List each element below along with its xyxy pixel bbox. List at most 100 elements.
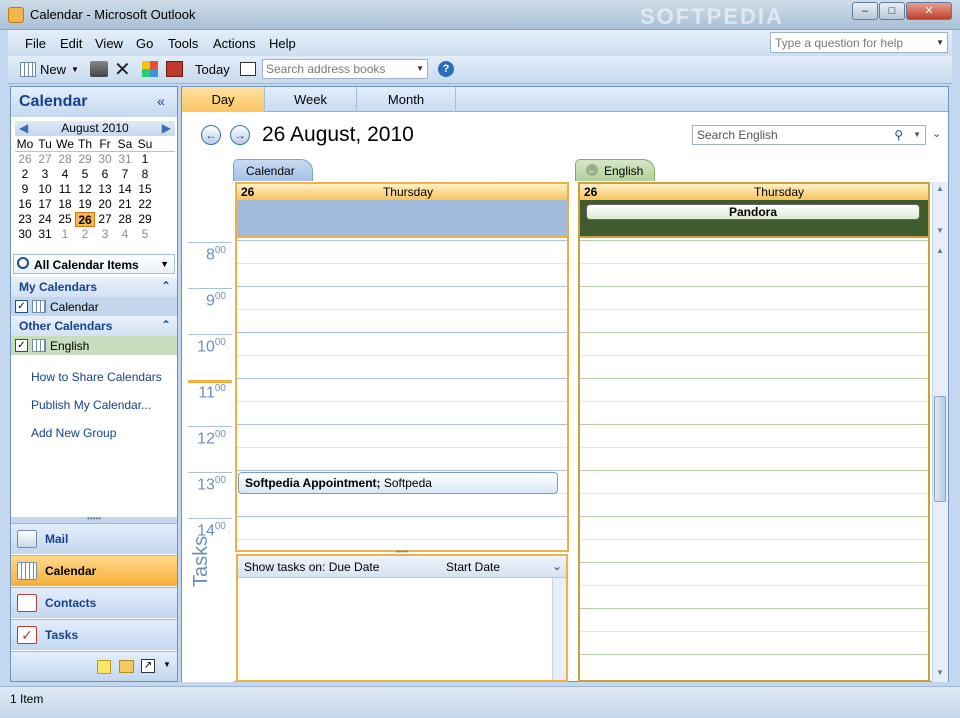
calendar-scrollbar[interactable]: ▲ ▼ ▲ ▼ (932, 182, 948, 682)
scroll-down-icon[interactable]: ▼ (936, 226, 944, 235)
day-cell[interactable]: 31 (115, 152, 135, 167)
tab-month[interactable]: Month (357, 87, 456, 112)
calendar-day-column[interactable]: 26 Thursday (235, 182, 569, 552)
forward-arrow-icon[interactable]: → (230, 125, 250, 145)
minimize-button[interactable]: – (852, 2, 878, 20)
view-group-schedules-icon[interactable] (166, 61, 183, 77)
scroll-down-icon[interactable]: ▼ (936, 668, 944, 677)
close-button[interactable]: ✕ (906, 2, 952, 20)
menu-actions[interactable]: Actions (213, 36, 256, 51)
day-cell[interactable]: 11 (55, 182, 75, 197)
help-icon[interactable]: ? (438, 61, 454, 77)
outlook-app-icon[interactable] (8, 7, 24, 23)
day-cell[interactable]: 21 (115, 197, 135, 212)
my-calendars-header[interactable]: My Calendars ⌃ (11, 277, 177, 297)
tab-english[interactable]: ← English (575, 159, 655, 181)
calendar-item-english[interactable]: ✓ English (11, 336, 177, 355)
checkbox-english[interactable]: ✓ (15, 339, 28, 352)
chevron-down-icon[interactable]: ▼ (936, 38, 944, 47)
day-cell[interactable]: 22 (135, 197, 155, 212)
nav-contacts-button[interactable]: Contacts (11, 587, 177, 618)
day-cell[interactable]: 16 (15, 197, 35, 212)
nav-mail-button[interactable]: Mail (11, 523, 177, 554)
day-cell[interactable]: 4 (115, 227, 135, 242)
day-cell[interactable]: 5 (135, 227, 155, 242)
nav-tasks-button[interactable]: ✓ Tasks (11, 619, 177, 650)
day-cell[interactable]: 31 (35, 227, 55, 242)
day-cell[interactable]: 5 (75, 167, 95, 182)
day-cell[interactable]: 27 (35, 152, 55, 167)
delete-icon[interactable]: ✕ (114, 57, 131, 82)
start-date-label[interactable]: Start Date (446, 560, 500, 574)
prev-month-icon[interactable]: ◀ (19, 121, 28, 135)
menu-edit[interactable]: Edit (60, 36, 82, 51)
day-cell[interactable]: 26 (75, 212, 95, 227)
back-arrow-icon[interactable]: ← (201, 125, 221, 145)
how-to-share-link[interactable]: How to Share Calendars (31, 370, 162, 384)
nav-calendar-button[interactable]: Calendar (11, 555, 177, 586)
chevron-down-icon[interactable]: ▼ (913, 130, 921, 139)
categorize-icon[interactable] (142, 61, 158, 77)
overlay-arrow-icon[interactable]: ← (586, 164, 598, 176)
menu-help[interactable]: Help (269, 36, 296, 51)
day-cell[interactable]: 19 (75, 197, 95, 212)
tasks-scrollbar[interactable] (552, 578, 566, 680)
menu-tools[interactable]: Tools (168, 36, 198, 51)
day-cell[interactable]: 18 (55, 197, 75, 212)
checkbox-calendar[interactable]: ✓ (15, 300, 28, 313)
menu-view[interactable]: View (95, 36, 123, 51)
all-calendar-items-selector[interactable]: All Calendar Items ▼ (13, 254, 175, 274)
tab-week[interactable]: Week (265, 87, 357, 112)
address-book-icon[interactable] (240, 62, 256, 76)
time-slots[interactable] (237, 240, 567, 550)
collapse-icon[interactable]: ⌃ (161, 318, 171, 332)
day-cell[interactable]: 3 (95, 227, 115, 242)
all-day-area[interactable] (237, 200, 567, 238)
day-cell[interactable]: 13 (95, 182, 115, 197)
tab-calendar[interactable]: Calendar (233, 159, 313, 181)
english-day-column[interactable]: 26 Thursday Pandora (578, 182, 930, 682)
day-cell[interactable]: 3 (35, 167, 55, 182)
collapse-tasks-icon[interactable]: ⌄ (552, 559, 562, 573)
print-icon[interactable] (90, 61, 108, 77)
day-cell[interactable]: 4 (55, 167, 75, 182)
collapse-nav-icon[interactable]: « (157, 93, 165, 109)
publish-calendar-link[interactable]: Publish My Calendar... (31, 398, 151, 412)
chevron-down-icon[interactable]: ▼ (71, 65, 79, 74)
day-cell[interactable]: 2 (15, 167, 35, 182)
day-cell[interactable]: 30 (15, 227, 35, 242)
shortcuts-icon[interactable]: ↗ (141, 659, 155, 673)
day-cell[interactable]: 28 (115, 212, 135, 227)
other-calendars-header[interactable]: Other Calendars ⌃ (11, 316, 177, 336)
day-cell[interactable]: 14 (115, 182, 135, 197)
english-all-day-area[interactable]: Pandora (580, 200, 928, 238)
chevron-down-icon[interactable]: ▼ (416, 64, 424, 73)
day-cell[interactable]: 26 (15, 152, 35, 167)
scroll-thumb[interactable] (934, 396, 946, 502)
all-day-event[interactable]: Pandora (586, 204, 920, 220)
daily-task-list[interactable]: Show tasks on: Due Date Start Date ⌄ (236, 554, 568, 682)
today-button[interactable]: Today (195, 62, 230, 77)
day-cell[interactable]: 1 (135, 152, 155, 167)
appointment[interactable]: Softpedia Appointment; Softpeda (238, 472, 558, 494)
expand-search-icon[interactable]: ⌄ (932, 127, 941, 140)
folder-icon[interactable] (119, 660, 134, 673)
day-cell[interactable]: 29 (75, 152, 95, 167)
chevron-down-icon[interactable]: ▼ (160, 259, 169, 269)
search-english-input[interactable]: Search English ⚲ ▼ (692, 125, 926, 145)
calendar-item-calendar[interactable]: ✓ Calendar (11, 297, 177, 316)
next-month-icon[interactable]: ▶ (162, 121, 171, 135)
menu-go[interactable]: Go (136, 36, 153, 51)
english-time-slots[interactable] (580, 240, 928, 680)
show-tasks-on-label[interactable]: Show tasks on: Due Date (244, 560, 379, 574)
day-cell[interactable]: 1 (55, 227, 75, 242)
help-question-input[interactable]: Type a question for help ▼ (770, 32, 948, 53)
scroll-up-icon[interactable]: ▲ (936, 246, 944, 255)
configure-buttons-icon[interactable]: ▼ (163, 660, 171, 669)
day-cell[interactable]: 28 (55, 152, 75, 167)
day-cell[interactable]: 6 (95, 167, 115, 182)
tab-day[interactable]: Day (182, 87, 265, 112)
day-cell[interactable]: 24 (35, 212, 55, 227)
search-icon[interactable]: ⚲ (894, 128, 903, 142)
day-cell[interactable]: 12 (75, 182, 95, 197)
